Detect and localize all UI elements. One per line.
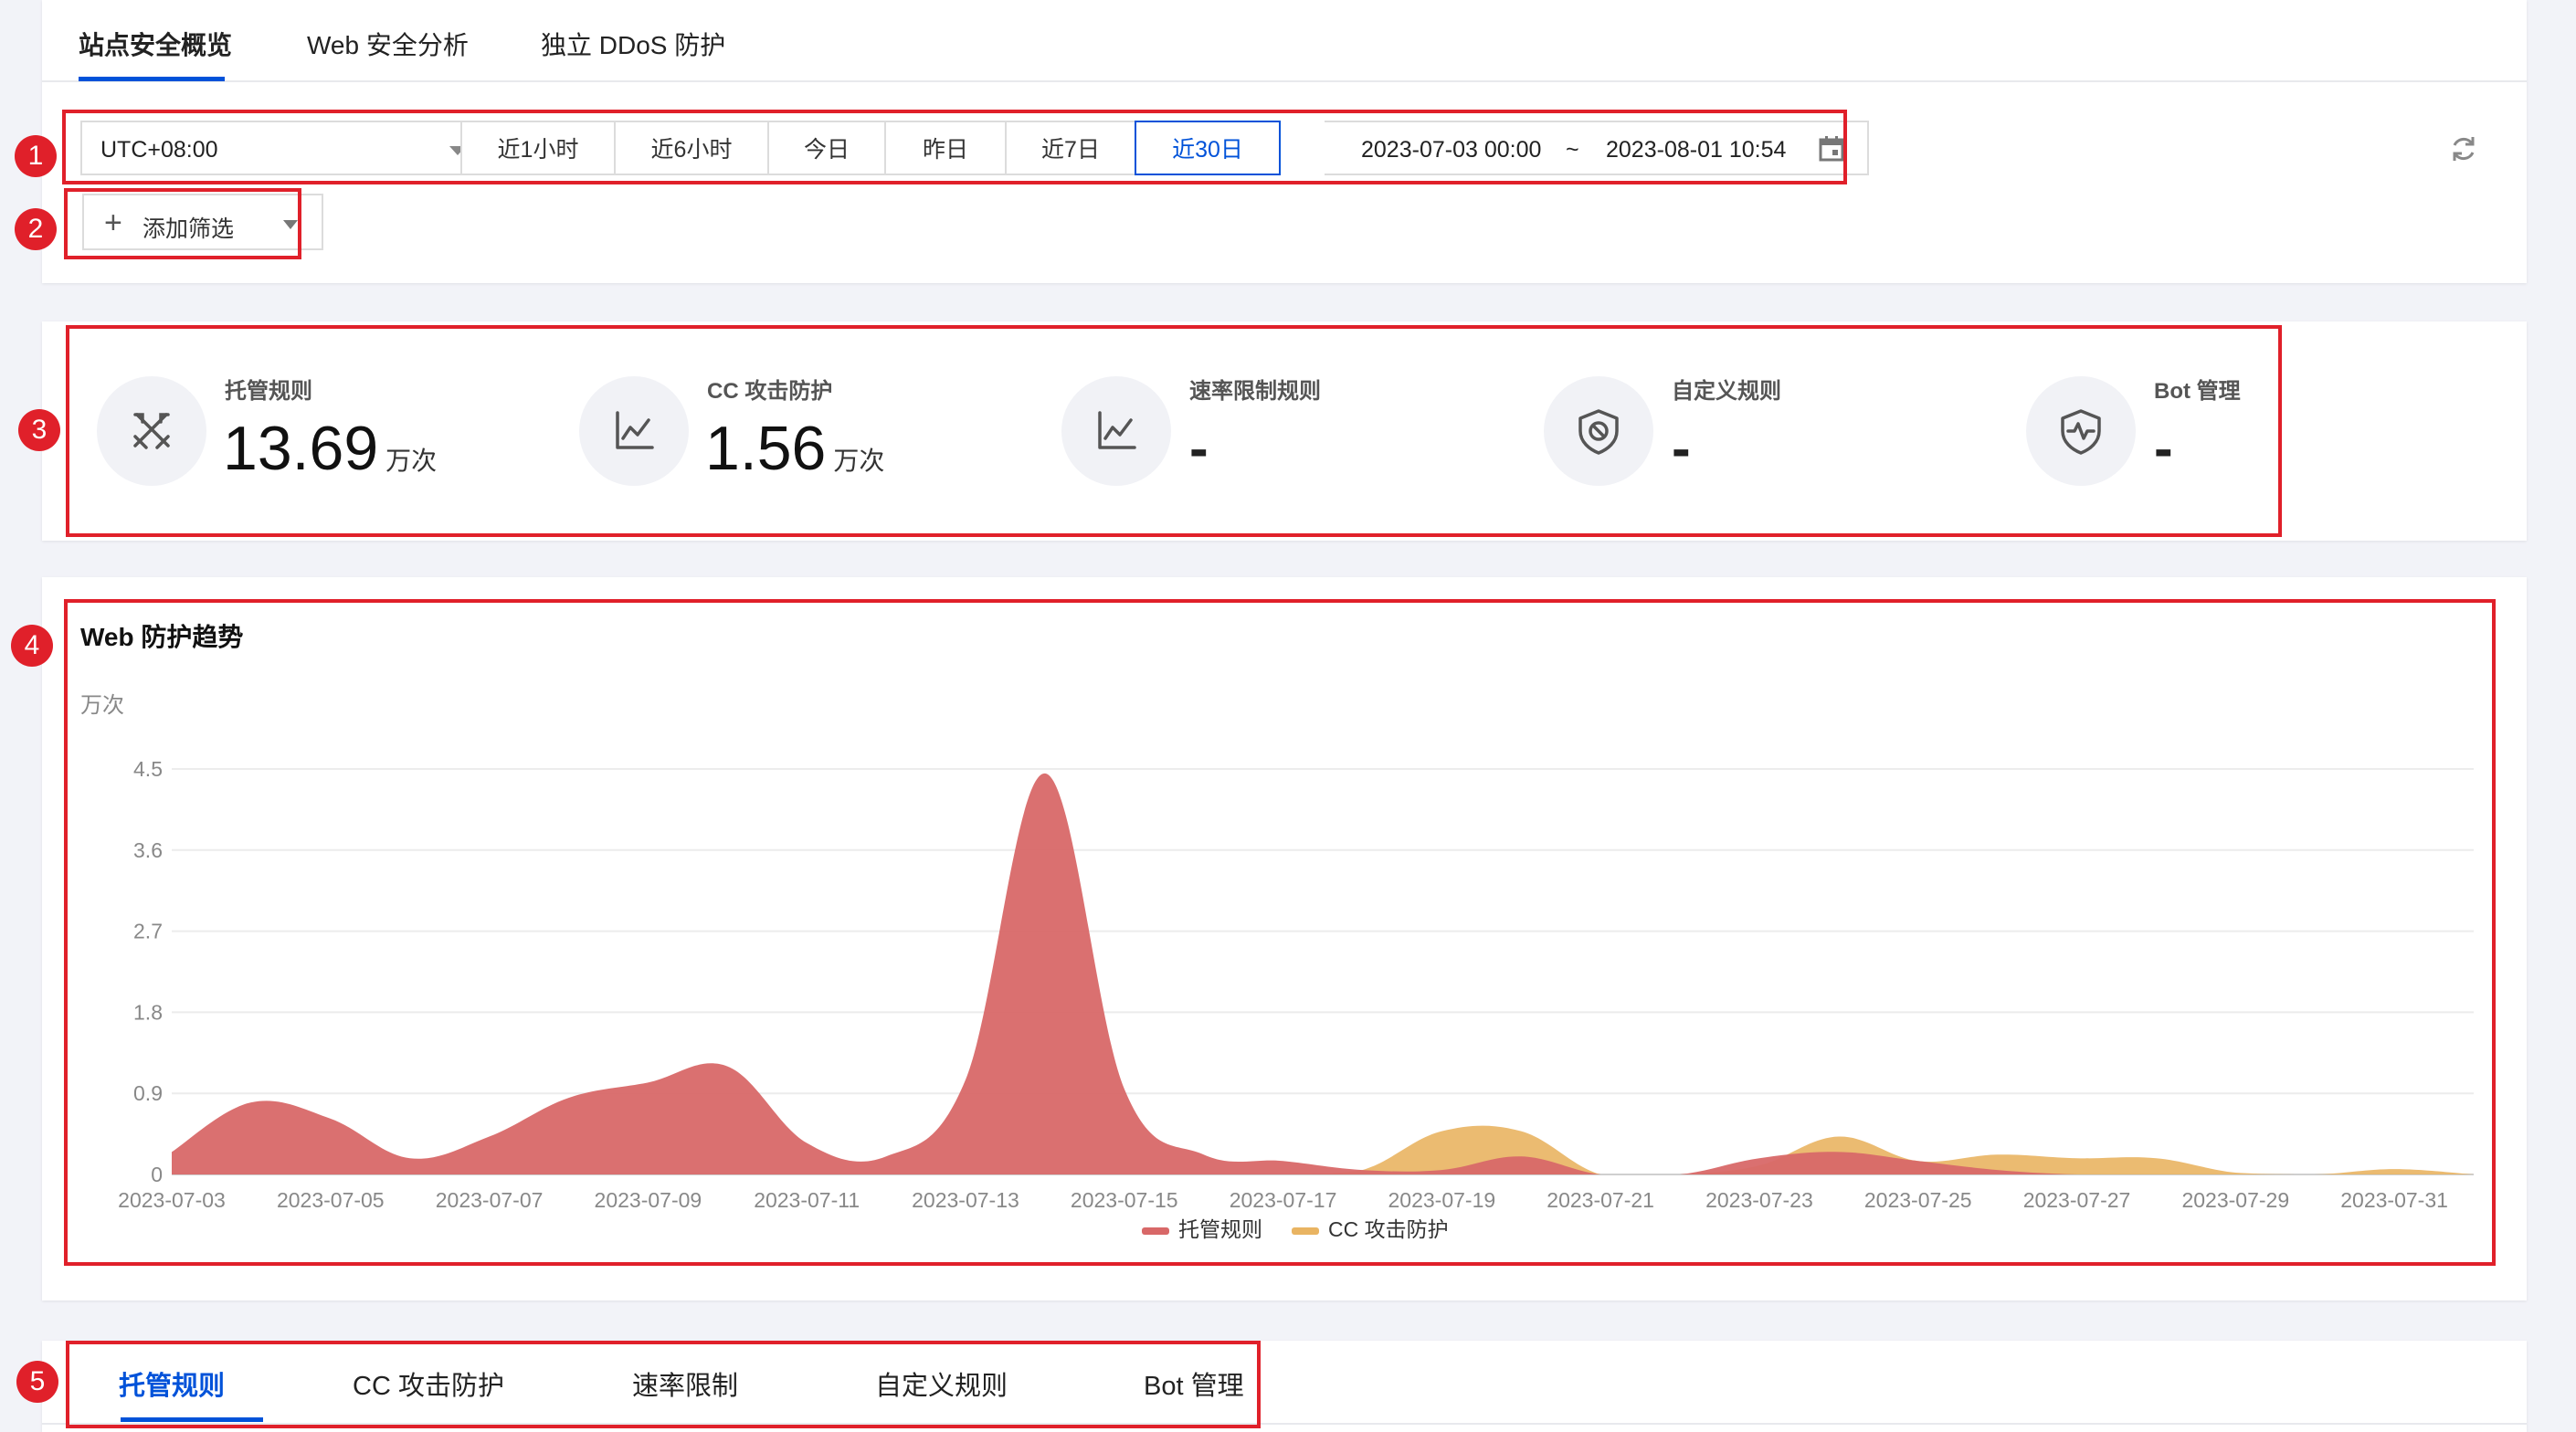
x-tick-label: 2023-07-09 — [595, 1188, 702, 1212]
refresh-icon[interactable] — [2448, 133, 2479, 164]
date-end: 2023-08-01 10:54 — [1606, 137, 1787, 163]
annotation-marker: 3 — [18, 409, 60, 451]
x-tick-label: 2023-07-27 — [2023, 1188, 2131, 1212]
stat-label: 自定义规则 — [1672, 379, 1781, 404]
x-tick-label: 2023-07-13 — [912, 1188, 1019, 1212]
legend-swatch — [1292, 1227, 1319, 1235]
range-last-6-hours[interactable]: 近6小时 — [614, 121, 769, 175]
date-range-picker[interactable]: 2023-07-03 00:00 ~ 2023-08-01 10:54 — [1325, 121, 1869, 175]
shield-pulse-icon — [2026, 376, 2136, 486]
range-last-1-hour[interactable]: 近1小时 — [460, 121, 616, 175]
timezone-select[interactable]: UTC+08:00 — [80, 121, 484, 175]
divider — [42, 1423, 2527, 1425]
date-separator: ~ — [1566, 137, 1579, 163]
time-range-group: 近1小时 近6小时 今日 昨日 近7日 近30日 — [460, 121, 1281, 175]
tab-custom-rules[interactable]: 自定义规则 — [875, 1364, 1008, 1403]
stat-label: 托管规则 — [225, 379, 312, 404]
x-tick-label: 2023-07-25 — [1864, 1188, 1972, 1212]
chart-unit-label: 万次 — [80, 693, 124, 718]
tab-rate-limit[interactable]: 速率限制 — [632, 1364, 738, 1403]
active-tab-indicator — [79, 77, 225, 81]
x-tick-label: 2023-07-31 — [2340, 1188, 2448, 1212]
crossed-swords-icon — [97, 376, 206, 486]
x-tick-label: 2023-07-29 — [2181, 1188, 2289, 1212]
add-filter-label: 添加筛选 — [143, 216, 235, 242]
y-tick-label: 4.5 — [133, 757, 163, 781]
range-yesterday[interactable]: 昨日 — [884, 121, 1007, 175]
calendar-icon[interactable] — [1818, 135, 1845, 163]
top-tab-bar: 站点安全概览 Web 安全分析 独立 DDoS 防护 — [42, 0, 2527, 82]
x-tick-label: 2023-07-07 — [436, 1188, 544, 1212]
stat-value: 13.69 万次 — [223, 414, 438, 483]
detail-tabs-panel: 托管规则 CC 攻击防护 速率限制 自定义规则 Bot 管理 — [42, 1341, 2527, 1432]
shield-block-icon — [1544, 376, 1653, 486]
tab-ddos-protection[interactable]: 独立 DDoS 防护 — [541, 26, 725, 62]
legend-label: CC 攻击防护 — [1328, 1217, 1449, 1241]
annotation-marker: 1 — [15, 135, 57, 177]
y-tick-label: 3.6 — [133, 838, 163, 862]
stats-panel: 托管规则 13.69 万次 CC 攻击防护 1.56 万次 速率限制规则 - 自定义… — [42, 321, 2527, 541]
tab-site-security-overview[interactable]: 站点安全概览 — [79, 26, 232, 62]
tab-managed-rules[interactable]: 托管规则 — [119, 1364, 225, 1403]
stat-unit: 万次 — [385, 447, 438, 475]
stat-value: 1.56 万次 — [705, 414, 885, 483]
stat-unit: 万次 — [833, 447, 885, 475]
add-filter-button[interactable]: + 添加筛选 — [82, 194, 323, 250]
line-chart-icon — [579, 376, 689, 486]
legend-swatch — [1142, 1227, 1169, 1235]
filter-panel: 站点安全概览 Web 安全分析 独立 DDoS 防护 UTC+08:00 近1小… — [42, 0, 2527, 283]
stat-value: - — [1189, 417, 1209, 480]
stat-value: - — [2154, 417, 2173, 480]
web-protection-trend-panel: 0 0.9 1.8 2.7 3.6 4.5 2023-07-03 2023-07-05 2023… — [42, 577, 2527, 1300]
y-tick-label: 0 — [151, 1163, 163, 1186]
plus-icon: + — [104, 205, 122, 240]
x-tick-label: 2023-07-11 — [754, 1188, 860, 1212]
stat-label: 速率限制规则 — [1189, 379, 1321, 404]
chart-title: Web 防护趋势 — [80, 623, 244, 651]
x-tick-label: 2023-07-03 — [118, 1188, 226, 1212]
range-today[interactable]: 今日 — [767, 121, 886, 175]
annotation-marker: 4 — [11, 625, 53, 667]
tab-bot-management[interactable]: Bot 管理 — [1144, 1364, 1244, 1403]
x-tick-label: 2023-07-15 — [1071, 1188, 1178, 1212]
chevron-down-icon — [283, 220, 298, 229]
x-tick-label: 2023-07-05 — [277, 1188, 385, 1212]
annotation-marker: 5 — [16, 1361, 58, 1403]
range-last-7-days[interactable]: 近7日 — [1005, 121, 1136, 175]
date-start: 2023-07-03 00:00 — [1361, 137, 1542, 163]
y-tick-label: 0.9 — [133, 1081, 163, 1105]
x-tick-label: 2023-07-19 — [1388, 1188, 1496, 1212]
stat-value: - — [1672, 417, 1691, 480]
tab-web-security-analysis[interactable]: Web 安全分析 — [307, 26, 469, 62]
stat-label: Bot 管理 — [2154, 379, 2241, 404]
x-tick-label: 2023-07-23 — [1705, 1188, 1813, 1212]
active-tab-indicator — [121, 1417, 263, 1422]
y-tick-label: 1.8 — [133, 1000, 163, 1024]
x-tick-label: 2023-07-17 — [1230, 1188, 1337, 1212]
tab-cc-protection[interactable]: CC 攻击防护 — [353, 1364, 504, 1403]
legend-label: 托管规则 — [1178, 1217, 1262, 1241]
y-tick-label: 2.7 — [133, 920, 163, 943]
annotation-marker: 2 — [15, 208, 57, 250]
range-last-30-days[interactable]: 近30日 — [1135, 121, 1281, 175]
line-chart-icon — [1061, 376, 1171, 486]
timezone-value: UTC+08:00 — [100, 137, 218, 163]
stat-label: CC 攻击防护 — [707, 379, 833, 404]
x-tick-label: 2023-07-21 — [1547, 1188, 1654, 1212]
series-area-managed-rules — [172, 773, 2474, 1174]
trend-chart: 0 0.9 1.8 2.7 3.6 4.5 2023-07-03 2023-07-05 2023… — [118, 757, 2474, 1241]
